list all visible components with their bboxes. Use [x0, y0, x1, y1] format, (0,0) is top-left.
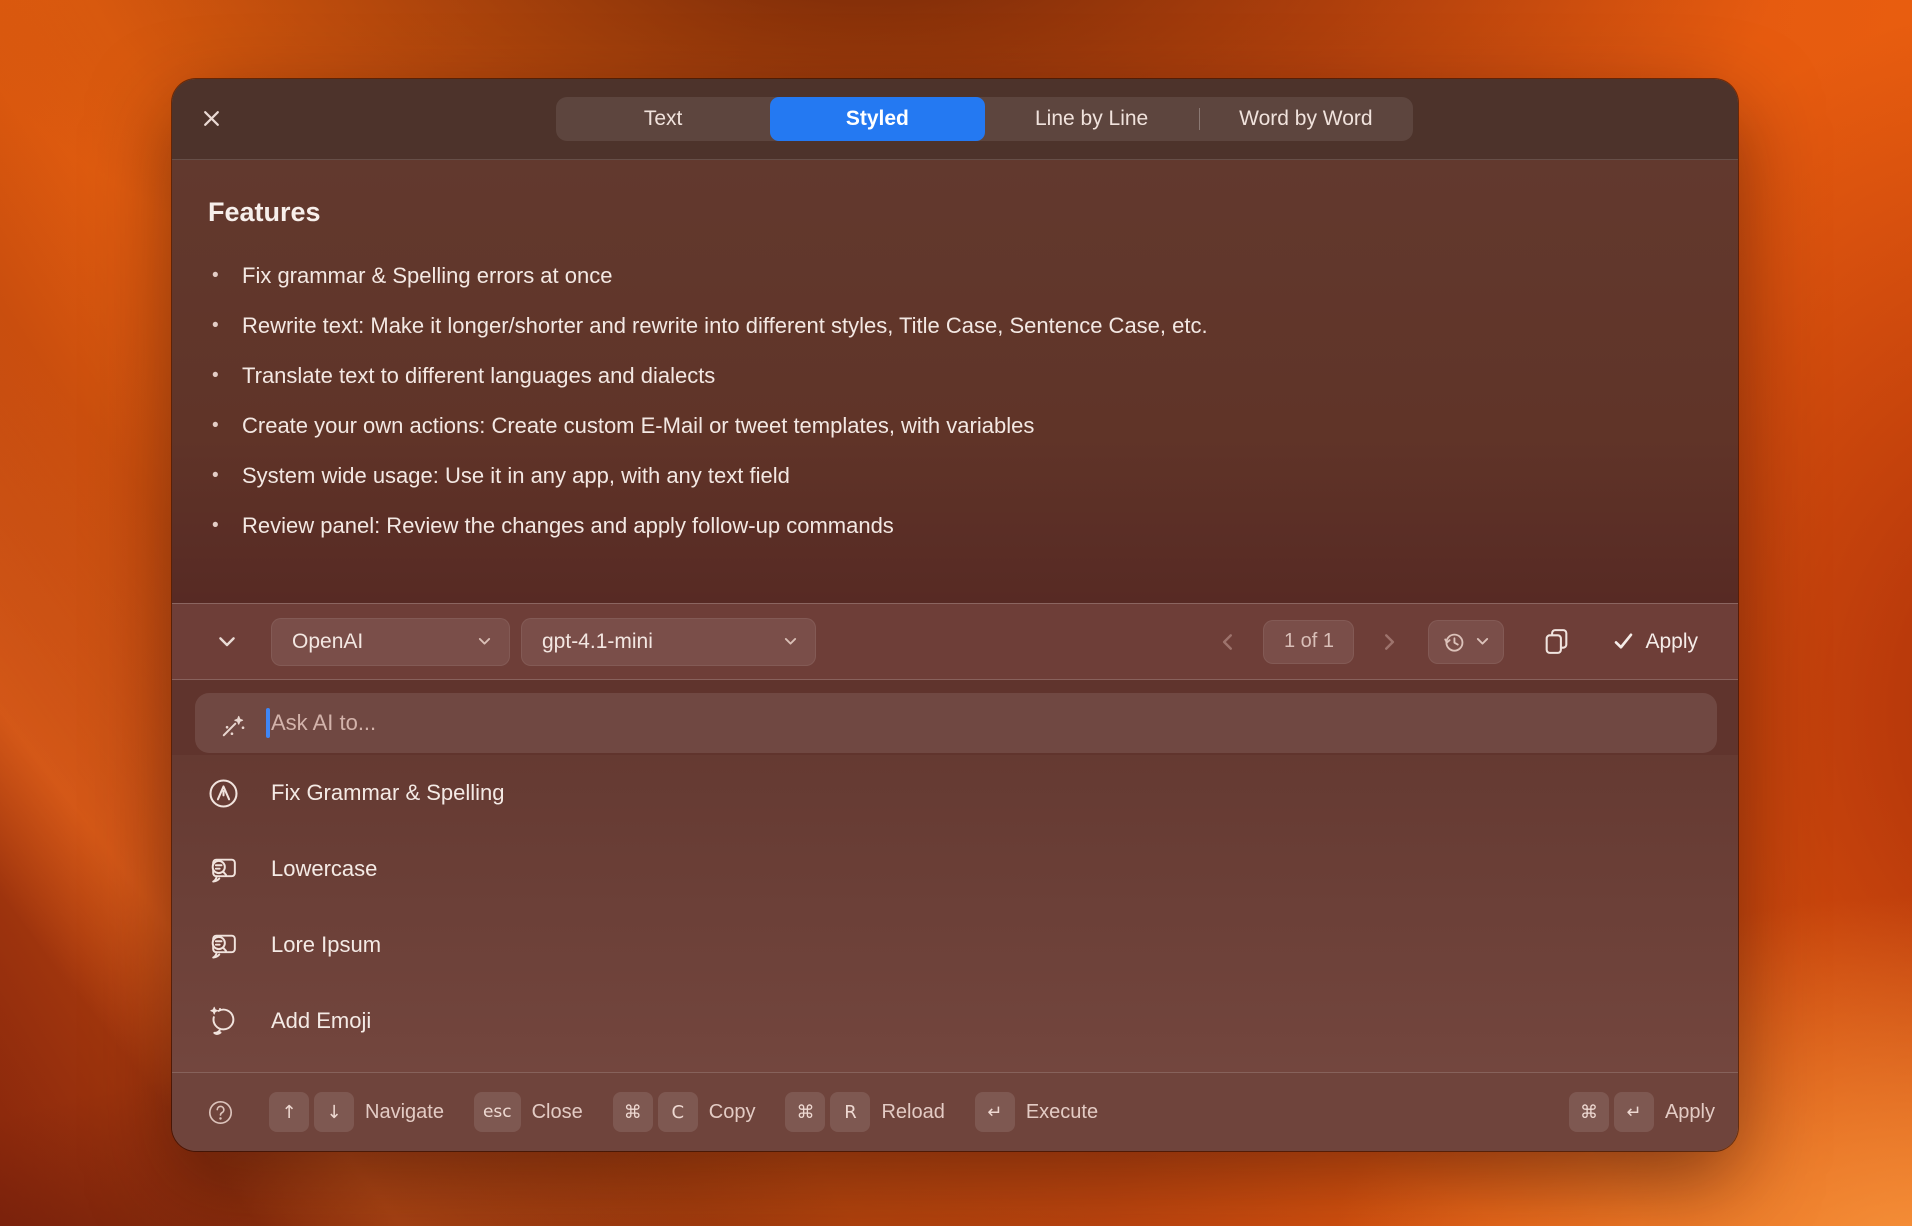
prompt-placeholder: Ask AI to... [271, 710, 376, 736]
chevron-down-icon [1474, 633, 1491, 650]
ai-command-window: TextStyledLine by LineWord by Word Featu… [172, 79, 1738, 1151]
shortcut-apply: ⌘↵ Apply [1569, 1092, 1715, 1132]
action-item[interactable]: Add Emoji [172, 983, 1738, 1059]
provider-dropdown[interactable]: OpenAI [271, 618, 510, 666]
shortcut-label: Execute [1026, 1101, 1098, 1124]
shortcut-label: Apply [1665, 1101, 1715, 1124]
tab-styled[interactable]: Styled [770, 97, 984, 141]
tab-text[interactable]: Text [556, 97, 770, 141]
shortcut-hints: ↑↓NavigateescClose⌘CCopy⌘RReload↵Execute [234, 1092, 1098, 1132]
chevron-down-icon [782, 633, 799, 650]
keycap: ↓ [314, 1092, 354, 1132]
checkmark-icon [1612, 630, 1635, 653]
shortcut-close: esc Close [474, 1092, 583, 1132]
view-mode-tabs: TextStyledLine by LineWord by Word [556, 97, 1413, 141]
chevron-right-icon [1378, 631, 1400, 653]
features-list: Fix grammar & Spelling errors at onceRew… [208, 251, 1694, 551]
action-label: Lowercase [271, 856, 377, 882]
action-label: Lore Ipsum [271, 932, 381, 958]
chevron-down-icon [476, 633, 493, 650]
tab-line-by-line[interactable]: Line by Line [985, 97, 1199, 141]
prompt-zone: Ask AI to... [172, 680, 1738, 755]
chevron-left-icon [1217, 631, 1239, 653]
help-button[interactable] [207, 1099, 234, 1126]
shortcut-reload: ⌘R Reload [785, 1092, 944, 1132]
keycap: C [658, 1092, 698, 1132]
features-title: Features [208, 196, 1694, 228]
keycap: R [830, 1092, 870, 1132]
keycap: ⌘ [613, 1092, 653, 1132]
previous-result-button[interactable] [1217, 631, 1239, 653]
shortcut-label: Close [532, 1101, 583, 1124]
copy-icon [1541, 626, 1572, 657]
feature-bullet: Review panel: Review the changes and app… [208, 501, 1694, 551]
tab-word-by-word[interactable]: Word by Word [1199, 97, 1413, 141]
model-dropdown[interactable]: gpt-4.1-mini [521, 618, 816, 666]
feature-bullet: Rewrite text: Make it longer/shorter and… [208, 301, 1694, 351]
keycap: ↵ [975, 1092, 1015, 1132]
shortcut-execute: ↵ Execute [975, 1092, 1098, 1132]
collapse-button[interactable] [215, 630, 239, 654]
next-result-button[interactable] [1378, 631, 1400, 653]
emoji-sparkle-icon [207, 1004, 240, 1038]
action-list: Fix Grammar & Spelling Lowercase Lore Ipsu… [172, 755, 1738, 1072]
feature-bullet: Create your own actions: Create custom E… [208, 401, 1694, 451]
action-item[interactable]: Fix Grammar & Spelling [172, 755, 1738, 831]
toolbar-right-group: 1 of 1 Apply [1217, 620, 1698, 664]
status-bar: ↑↓NavigateescClose⌘CCopy⌘RReload↵Execute… [172, 1072, 1738, 1151]
page-indicator: 1 of 1 [1263, 620, 1354, 664]
feature-bullet: System wide usage: Use it in any app, wi… [208, 451, 1694, 501]
apply-shortcut-hint: ⌘↵ Apply [1569, 1092, 1715, 1132]
magic-wand-icon [218, 708, 249, 739]
text-bubble-search-icon [207, 929, 240, 962]
text-bubble-search-icon [207, 853, 240, 886]
help-icon [207, 1099, 234, 1126]
feature-bullet: Fix grammar & Spelling errors at once [208, 251, 1694, 301]
feature-bullet: Translate text to different languages an… [208, 351, 1694, 401]
action-item[interactable]: Lore Ipsum [172, 907, 1738, 983]
keycap: ⌘ [785, 1092, 825, 1132]
grammar-check-icon [207, 777, 240, 810]
close-icon [200, 107, 223, 130]
provider-label: OpenAI [292, 630, 363, 654]
history-icon [1441, 629, 1467, 655]
action-label: Fix Grammar & Spelling [271, 780, 505, 806]
keycap: ↵ [1614, 1092, 1654, 1132]
text-caret [266, 708, 270, 738]
copy-result-button[interactable] [1540, 626, 1572, 658]
chevron-down-icon [215, 630, 239, 654]
apply-button[interactable]: Apply [1612, 630, 1698, 654]
keycap: ↑ [269, 1092, 309, 1132]
window-header: TextStyledLine by LineWord by Word [172, 79, 1738, 160]
shortcut-label: Copy [709, 1101, 756, 1124]
shortcut-label: Reload [881, 1101, 944, 1124]
close-button[interactable] [198, 107, 224, 133]
prompt-input[interactable]: Ask AI to... [195, 693, 1717, 753]
action-label: Add Emoji [271, 1008, 371, 1034]
shortcut-copy: ⌘C Copy [613, 1092, 756, 1132]
apply-label: Apply [1645, 630, 1698, 654]
model-label: gpt-4.1-mini [542, 630, 653, 654]
shortcut-navigate: ↑↓ Navigate [269, 1092, 444, 1132]
keycap: ⌘ [1569, 1092, 1609, 1132]
features-section: Features Fix grammar & Spelling errors a… [172, 160, 1738, 603]
history-dropdown[interactable] [1428, 620, 1504, 664]
shortcut-label: Navigate [365, 1101, 444, 1124]
keycap: esc [474, 1092, 521, 1132]
model-toolbar: OpenAI gpt-4.1-mini 1 of 1 [172, 603, 1738, 680]
action-item[interactable]: Lowercase [172, 831, 1738, 907]
desktop: TextStyledLine by LineWord by Word Featu… [0, 0, 1912, 1226]
